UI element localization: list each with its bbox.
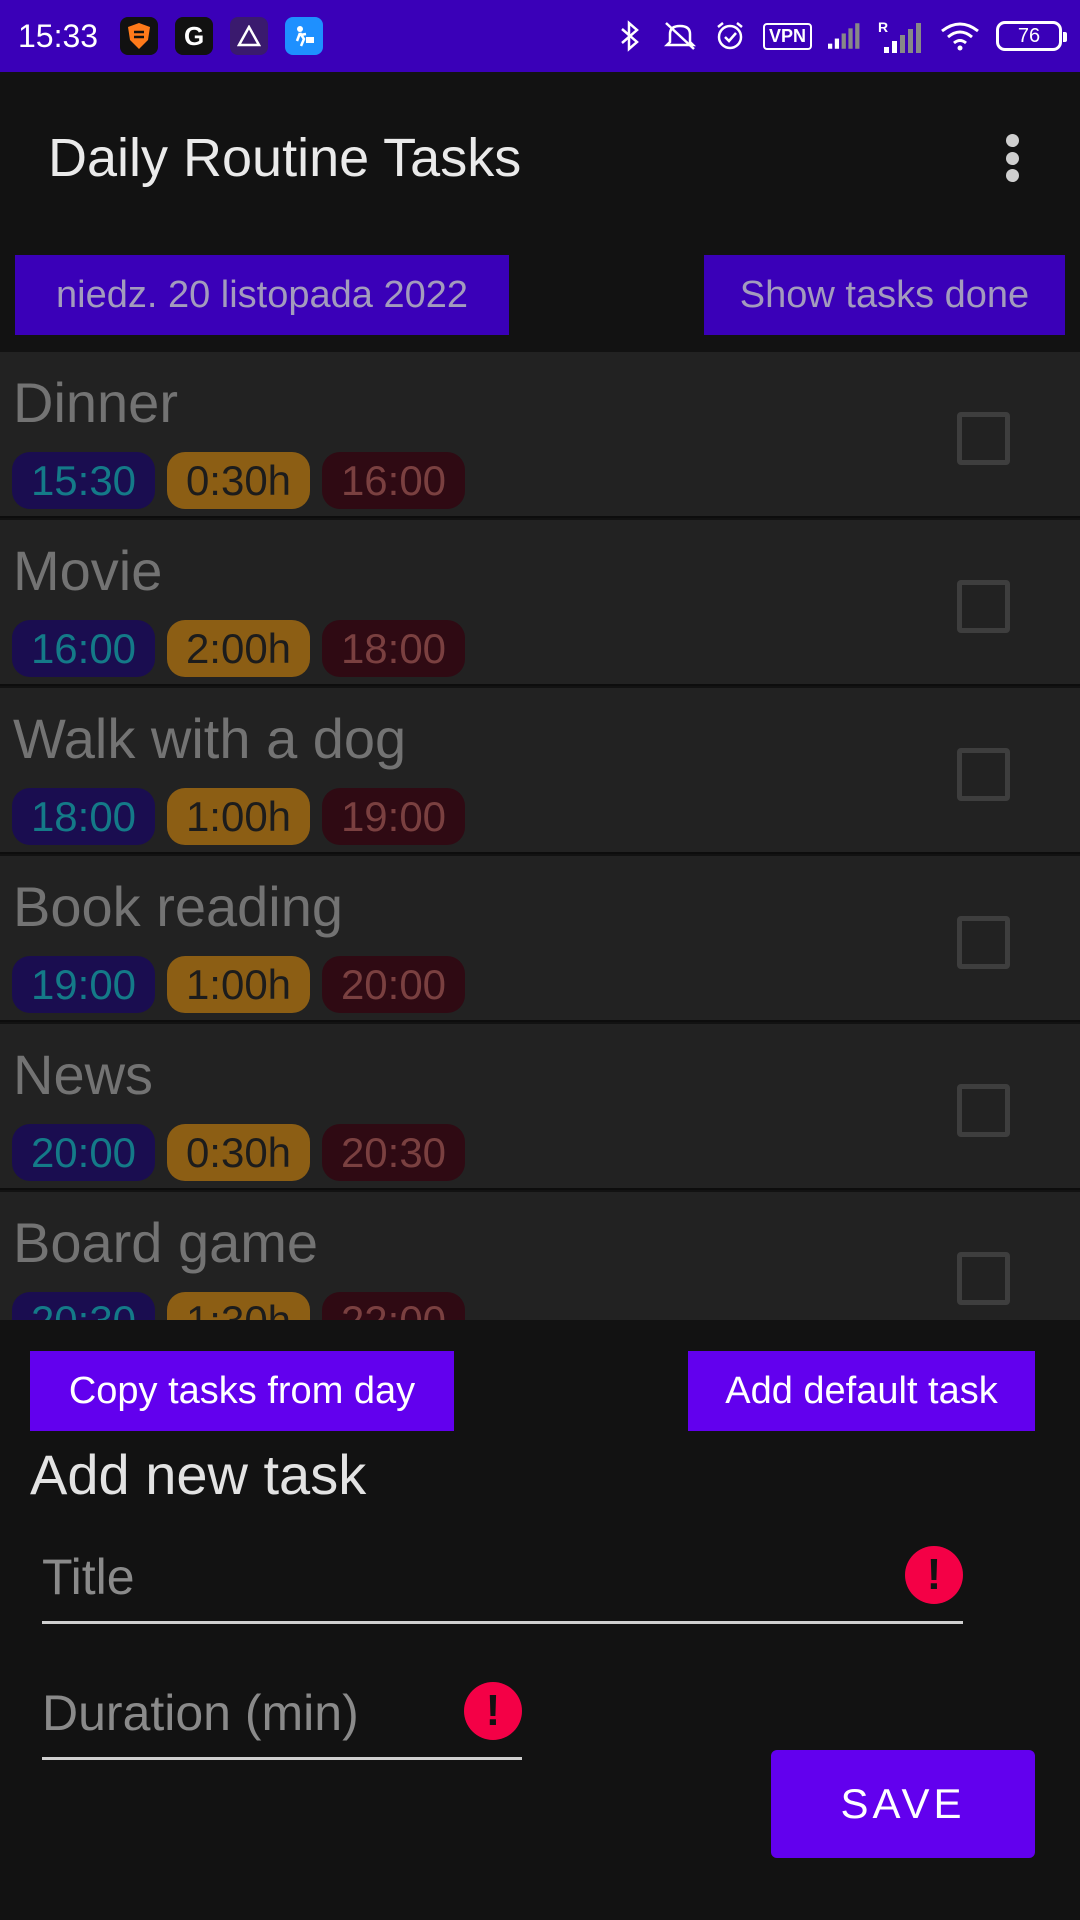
running-app-icon	[285, 17, 324, 55]
task-chips: 18:00 1:00h 19:00	[12, 788, 465, 845]
error-icon: !	[905, 1546, 963, 1604]
duration-chip: 0:30h	[167, 1124, 310, 1181]
start-time-chip: 20:30	[12, 1292, 155, 1320]
duration-chip: 0:30h	[167, 452, 310, 509]
status-time: 15:33	[18, 17, 99, 54]
battery-icon: 76	[996, 21, 1067, 51]
task-row[interactable]: News 20:00 0:30h 20:30	[0, 1024, 1080, 1190]
task-row[interactable]: Dinner 15:30 0:30h 16:00	[0, 352, 1080, 518]
duration-field[interactable]: !	[42, 1668, 522, 1760]
task-chips: 15:30 0:30h 16:00	[12, 452, 465, 509]
end-time-chip: 16:00	[322, 452, 465, 509]
duration-chip: 1:00h	[167, 956, 310, 1013]
more-vert-icon[interactable]	[992, 128, 1032, 188]
task-chips: 16:00 2:00h 18:00	[12, 620, 465, 677]
start-time-chip: 15:30	[12, 452, 155, 509]
add-default-task-button[interactable]: Add default task	[688, 1351, 1035, 1431]
end-time-chip: 18:00	[322, 620, 465, 677]
app-title: Daily Routine Tasks	[48, 128, 522, 188]
task-title: Movie	[13, 539, 163, 602]
task-done-checkbox[interactable]	[957, 916, 1010, 969]
task-done-checkbox[interactable]	[957, 412, 1010, 465]
copy-tasks-button[interactable]: Copy tasks from day	[30, 1351, 454, 1431]
task-row[interactable]: Walk with a dog 18:00 1:00h 19:00	[0, 688, 1080, 854]
roaming-signal-icon: R	[878, 19, 924, 53]
task-title: Walk with a dog	[13, 707, 407, 770]
add-task-panel: Copy tasks from day Add default task Add…	[0, 1320, 1080, 1920]
task-chips: 20:00 0:30h 20:30	[12, 1124, 465, 1181]
task-title: Board game	[13, 1211, 319, 1274]
title-input[interactable]	[42, 1532, 963, 1621]
status-bar: 15:33 G VPN R 76	[0, 0, 1080, 72]
duration-chip: 2:00h	[167, 620, 310, 677]
save-button[interactable]: SAVE	[771, 1750, 1035, 1858]
duration-chip: 1:00h	[167, 788, 310, 845]
end-time-chip: 20:30	[322, 1124, 465, 1181]
bluetooth-icon	[613, 19, 647, 53]
signal-icon	[828, 19, 862, 53]
task-chips: 19:00 1:00h 20:00	[12, 956, 465, 1013]
add-task-heading: Add new task	[30, 1443, 367, 1506]
task-title: News	[13, 1043, 154, 1106]
end-time-chip: 22:00	[322, 1292, 465, 1320]
mute-icon	[663, 19, 697, 53]
start-time-chip: 20:00	[12, 1124, 155, 1181]
vpn-icon: VPN	[762, 22, 812, 50]
date-picker-button[interactable]: niedz. 20 listopada 2022	[15, 255, 509, 335]
start-time-chip: 18:00	[12, 788, 155, 845]
wifi-icon	[940, 19, 980, 53]
title-field[interactable]: !	[42, 1532, 963, 1624]
task-list[interactable]: Dinner 15:30 0:30h 16:00 Movie 16:00 2:0…	[0, 352, 1080, 1320]
task-row[interactable]: Board game 20:30 1:30h 22:00	[0, 1192, 1080, 1320]
duration-chip: 1:30h	[167, 1292, 310, 1320]
task-title: Book reading	[13, 875, 344, 938]
svg-text:R: R	[878, 19, 888, 35]
task-done-checkbox[interactable]	[957, 580, 1010, 633]
task-chips: 20:30 1:30h 22:00	[12, 1292, 465, 1320]
task-row[interactable]: Movie 16:00 2:00h 18:00	[0, 520, 1080, 686]
task-row[interactable]: Book reading 19:00 1:00h 20:00	[0, 856, 1080, 1022]
start-time-chip: 16:00	[12, 620, 155, 677]
task-done-checkbox[interactable]	[957, 1252, 1010, 1305]
app-bar: Daily Routine Tasks	[0, 72, 1080, 244]
show-tasks-done-button[interactable]: Show tasks done	[704, 255, 1065, 335]
end-time-chip: 19:00	[322, 788, 465, 845]
error-icon: !	[464, 1682, 522, 1740]
alarm-icon	[713, 19, 747, 53]
task-title: Dinner	[13, 371, 178, 434]
shield-app-icon	[120, 17, 159, 55]
duration-input[interactable]	[42, 1668, 522, 1757]
task-done-checkbox[interactable]	[957, 748, 1010, 801]
end-time-chip: 20:00	[322, 956, 465, 1013]
triangle-app-icon	[230, 17, 269, 55]
start-time-chip: 19:00	[12, 956, 155, 1013]
status-icons: VPN R 76	[613, 19, 1067, 53]
google-icon: G	[175, 17, 214, 55]
task-done-checkbox[interactable]	[957, 1084, 1010, 1137]
